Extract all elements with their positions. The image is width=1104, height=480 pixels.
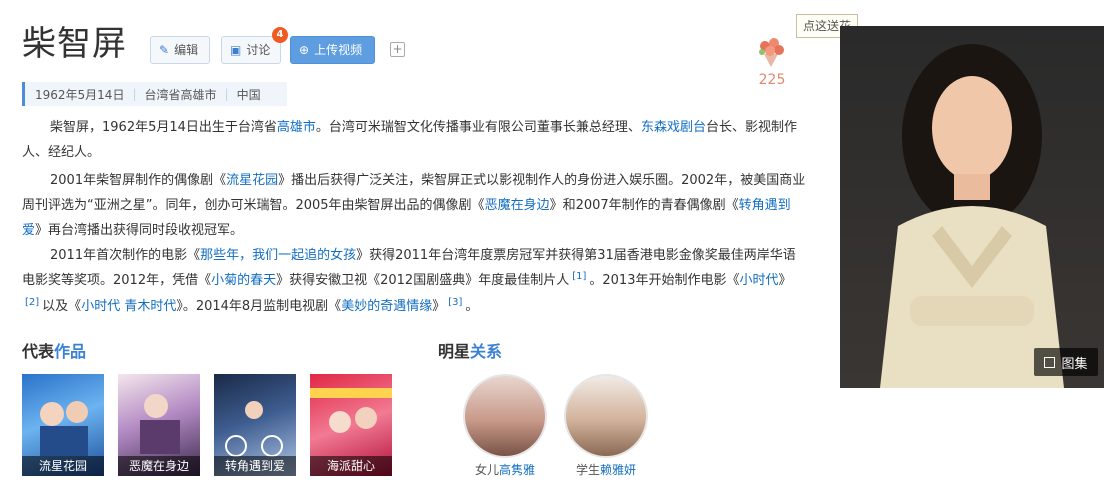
discuss-count-badge: 4: [272, 27, 288, 43]
text: 》。2014年8月监制电视剧《: [176, 299, 342, 314]
discuss-label: 讨论: [246, 43, 271, 57]
link-meteor-garden[interactable]: 流星花园: [226, 173, 278, 188]
title-part: 代表: [22, 342, 55, 361]
work-card[interactable]: 海派甜心: [310, 374, 392, 476]
text: 以及《: [42, 299, 82, 314]
flower-bouquet-icon[interactable]: [754, 34, 788, 68]
upload-label: 上传视频: [314, 43, 363, 57]
relation-type: 学生: [575, 463, 600, 477]
gallery-icon: [1044, 356, 1056, 368]
work-caption: 海派甜心: [310, 456, 392, 476]
reference-1[interactable]: [1]: [569, 271, 589, 282]
nationality: 中国: [236, 87, 261, 102]
text: 2001年柴智屏制作的偶像剧《: [50, 173, 227, 188]
birth-date: 1962年5月14日: [35, 87, 125, 102]
text: 。: [465, 299, 479, 314]
link-tiny-times[interactable]: 小时代: [739, 273, 778, 288]
work-card[interactable]: 流星花园: [22, 374, 104, 476]
relation-label: 学生赖雅妍: [564, 461, 648, 478]
relation-name[interactable]: 高隽雅: [499, 463, 535, 477]
text: 》: [778, 273, 792, 288]
relation-type: 女儿: [474, 463, 499, 477]
work-caption: 恶魔在身边: [118, 456, 200, 476]
title-highlight: 作品: [54, 342, 87, 361]
pencil-icon: ✎: [159, 43, 170, 57]
link-xiaoju-spring[interactable]: 小菊的春天: [211, 273, 276, 288]
summary-paragraph-3: 2011年首次制作的电影《那些年，我们一起追的女孩》获得2011年台湾年度票房冠…: [22, 243, 808, 320]
chat-icon: ▣: [230, 43, 242, 57]
text: 。台湾可米瑞智文化传播事业有限公司董事长兼总经理、: [315, 120, 641, 135]
text: 》: [432, 299, 446, 314]
divider: |: [224, 87, 229, 101]
gallery-label: 图集: [1061, 356, 1088, 372]
page-title: 柴智屏: [22, 24, 127, 64]
text: 2011年首次制作的电影《: [50, 248, 201, 263]
avatar: [564, 374, 648, 458]
gallery-button[interactable]: 图集: [1034, 348, 1098, 376]
reference-3[interactable]: [3]: [445, 297, 465, 308]
title-part: 明星: [438, 342, 471, 361]
upload-video-button[interactable]: ⊕ 上传视频: [290, 36, 375, 64]
portrait-image: [880, 44, 1064, 388]
relation-card[interactable]: 学生赖雅妍: [564, 374, 648, 478]
text: 》和2007年制作的青春偶像剧《: [549, 198, 739, 213]
summary-paragraph-2: 2001年柴智屏制作的偶像剧《流星花园》播出后获得广泛关注，柴智屏正式以影视制作…: [22, 168, 808, 243]
relation-card[interactable]: 女儿高隽雅: [463, 374, 547, 478]
link-kaohsiung[interactable]: 高雄市: [277, 120, 316, 135]
text: 》再台湾播出获得同时段收视冠军。: [35, 223, 244, 238]
text: 。2013年开始制作电影《: [589, 273, 740, 288]
upload-icon: ⊕: [299, 43, 310, 57]
relation-label: 女儿高隽雅: [463, 461, 547, 478]
reference-2[interactable]: [2]: [22, 297, 42, 308]
main-photo[interactable]: [840, 26, 1104, 388]
relations-section-title: 明星关系: [438, 338, 502, 362]
works-section-title: 代表作品: [22, 338, 86, 362]
divider: |: [132, 87, 137, 101]
summary-paragraph-1: 柴智屏，1962年5月14日出生于台湾省高雄市。台湾可米瑞智文化传播事业有限公司…: [22, 115, 808, 165]
avatar: [463, 374, 547, 458]
text: 柴智屏，1962年5月14日出生于台湾省: [50, 120, 277, 135]
flower-count: 225: [758, 72, 786, 88]
work-card[interactable]: 转角遇到爱: [214, 374, 296, 476]
relation-name[interactable]: 赖雅妍: [600, 463, 636, 477]
link-you-are-the-apple[interactable]: 那些年，我们一起追的女孩: [200, 248, 356, 263]
birth-place: 台湾省高雄市: [144, 87, 217, 102]
work-caption: 转角遇到爱: [214, 456, 296, 476]
link-ettv-drama[interactable]: 东森戏剧台: [641, 120, 706, 135]
link-tiny-times-blue[interactable]: 小时代 青木时代: [81, 299, 176, 314]
edit-label: 编辑: [174, 43, 199, 57]
work-caption: 流星花园: [22, 456, 104, 476]
edit-button[interactable]: ✎ 编辑: [150, 36, 210, 64]
link-wonderful-encounter[interactable]: 美妙的奇遇情缘: [341, 299, 432, 314]
basic-info-bar: 1962年5月14日 | 台湾省高雄市 | 中国: [22, 82, 287, 106]
discuss-button[interactable]: ▣ 讨论: [221, 36, 281, 64]
text: 》获得安徽卫视《2012国剧盛典》年度最佳制片人: [276, 273, 570, 288]
work-card[interactable]: 恶魔在身边: [118, 374, 200, 476]
link-devil-beside-you[interactable]: 恶魔在身边: [485, 198, 550, 213]
title-highlight: 关系: [470, 342, 503, 361]
more-button[interactable]: +: [390, 42, 405, 57]
